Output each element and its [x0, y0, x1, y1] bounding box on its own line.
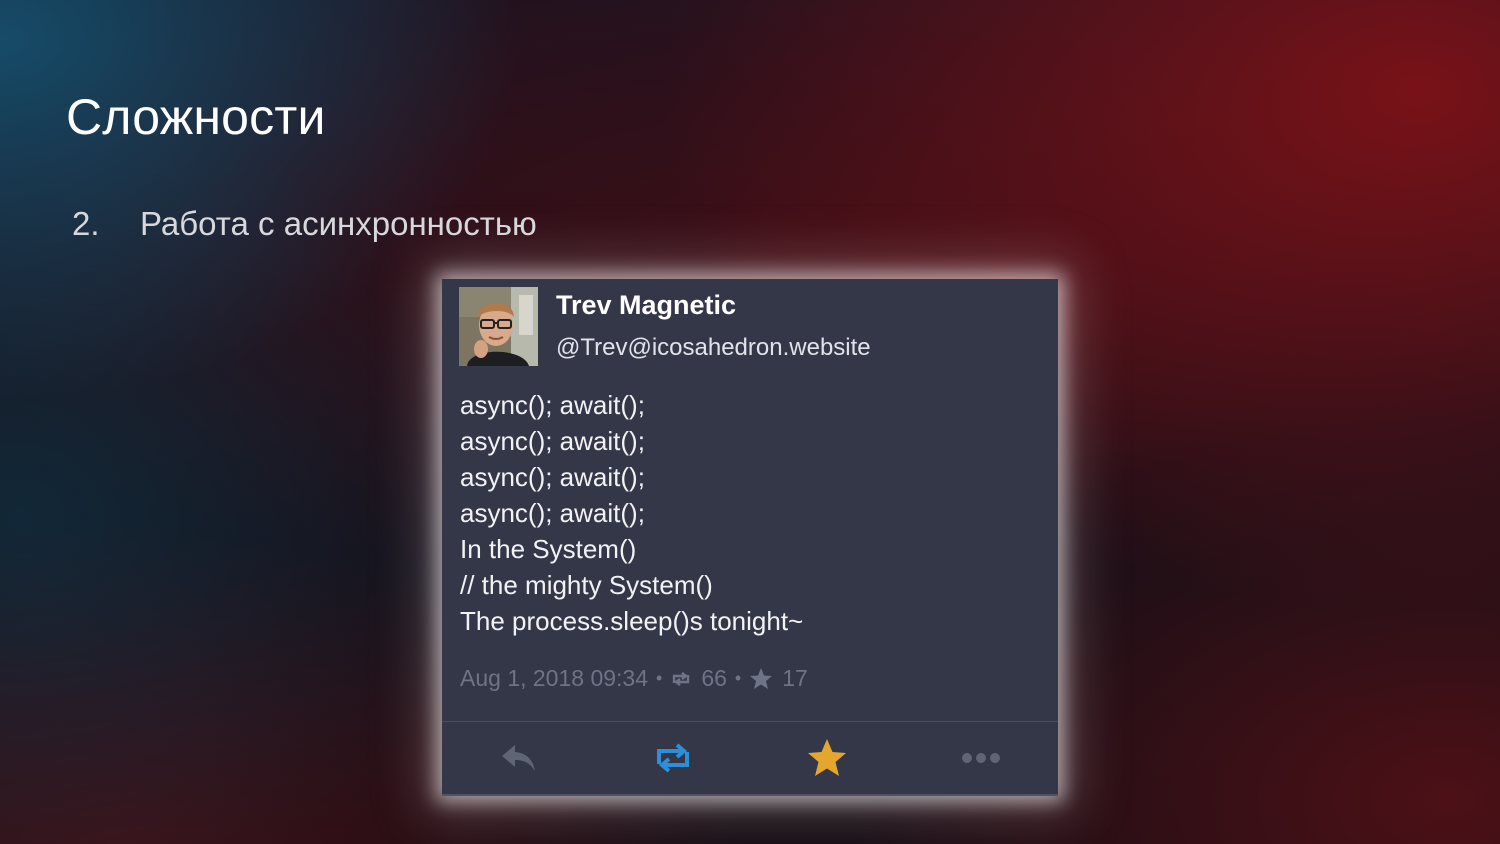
tweet-line: In the System() — [460, 534, 637, 564]
reply-button[interactable] — [489, 733, 549, 783]
bullet-text: Работа с асинхронностью — [140, 205, 537, 242]
bullet-item: 2. Работа с асинхронностью — [72, 205, 537, 243]
tweet-line: The process.sleep()s tonight~ — [460, 606, 804, 636]
action-bar — [442, 722, 1058, 794]
avatar-image — [459, 287, 538, 366]
boost-count: 66 — [701, 665, 727, 691]
card-bottom-edge — [442, 794, 1058, 796]
slide-title: Сложности — [66, 89, 326, 145]
separator: • — [734, 668, 742, 688]
tweet-line: async(); await(); — [460, 498, 645, 528]
favourite-count-icon — [749, 667, 773, 690]
display-name[interactable]: Trev Magnetic — [556, 290, 736, 321]
tweet-line: async(); await(); — [460, 426, 645, 456]
tweet-card: Trev Magnetic @Trev@icosahedron.website … — [442, 279, 1058, 796]
tweet-line: async(); await(); — [460, 462, 645, 492]
favourite-button[interactable] — [797, 733, 857, 783]
separator: • — [656, 668, 663, 688]
user-handle[interactable]: @Trev@icosahedron.website — [556, 334, 871, 362]
avatar[interactable] — [459, 287, 538, 366]
tweet-line: async(); await(); — [460, 390, 645, 420]
more-button[interactable] — [951, 733, 1011, 783]
tweet-line: // the mighty System() — [460, 570, 713, 600]
boost-button[interactable] — [643, 733, 703, 783]
tweet-body: async(); await(); async(); await(); asyn… — [460, 387, 1040, 639]
timestamp[interactable]: Aug 1, 2018 09:34 — [460, 665, 648, 692]
tweet-meta: Aug 1, 2018 09:34 • 66 • 17 — [460, 665, 808, 692]
favourite-icon — [808, 739, 846, 776]
boost-icon — [657, 743, 689, 773]
favourite-count: 17 — [782, 665, 808, 691]
reply-icon — [502, 745, 535, 771]
boost-count-icon — [670, 671, 692, 687]
bullet-number: 2. — [72, 205, 100, 242]
more-icon — [962, 753, 1000, 763]
slide: Сложности 2. Работа с асинхронностью Trev… — [0, 0, 1500, 844]
